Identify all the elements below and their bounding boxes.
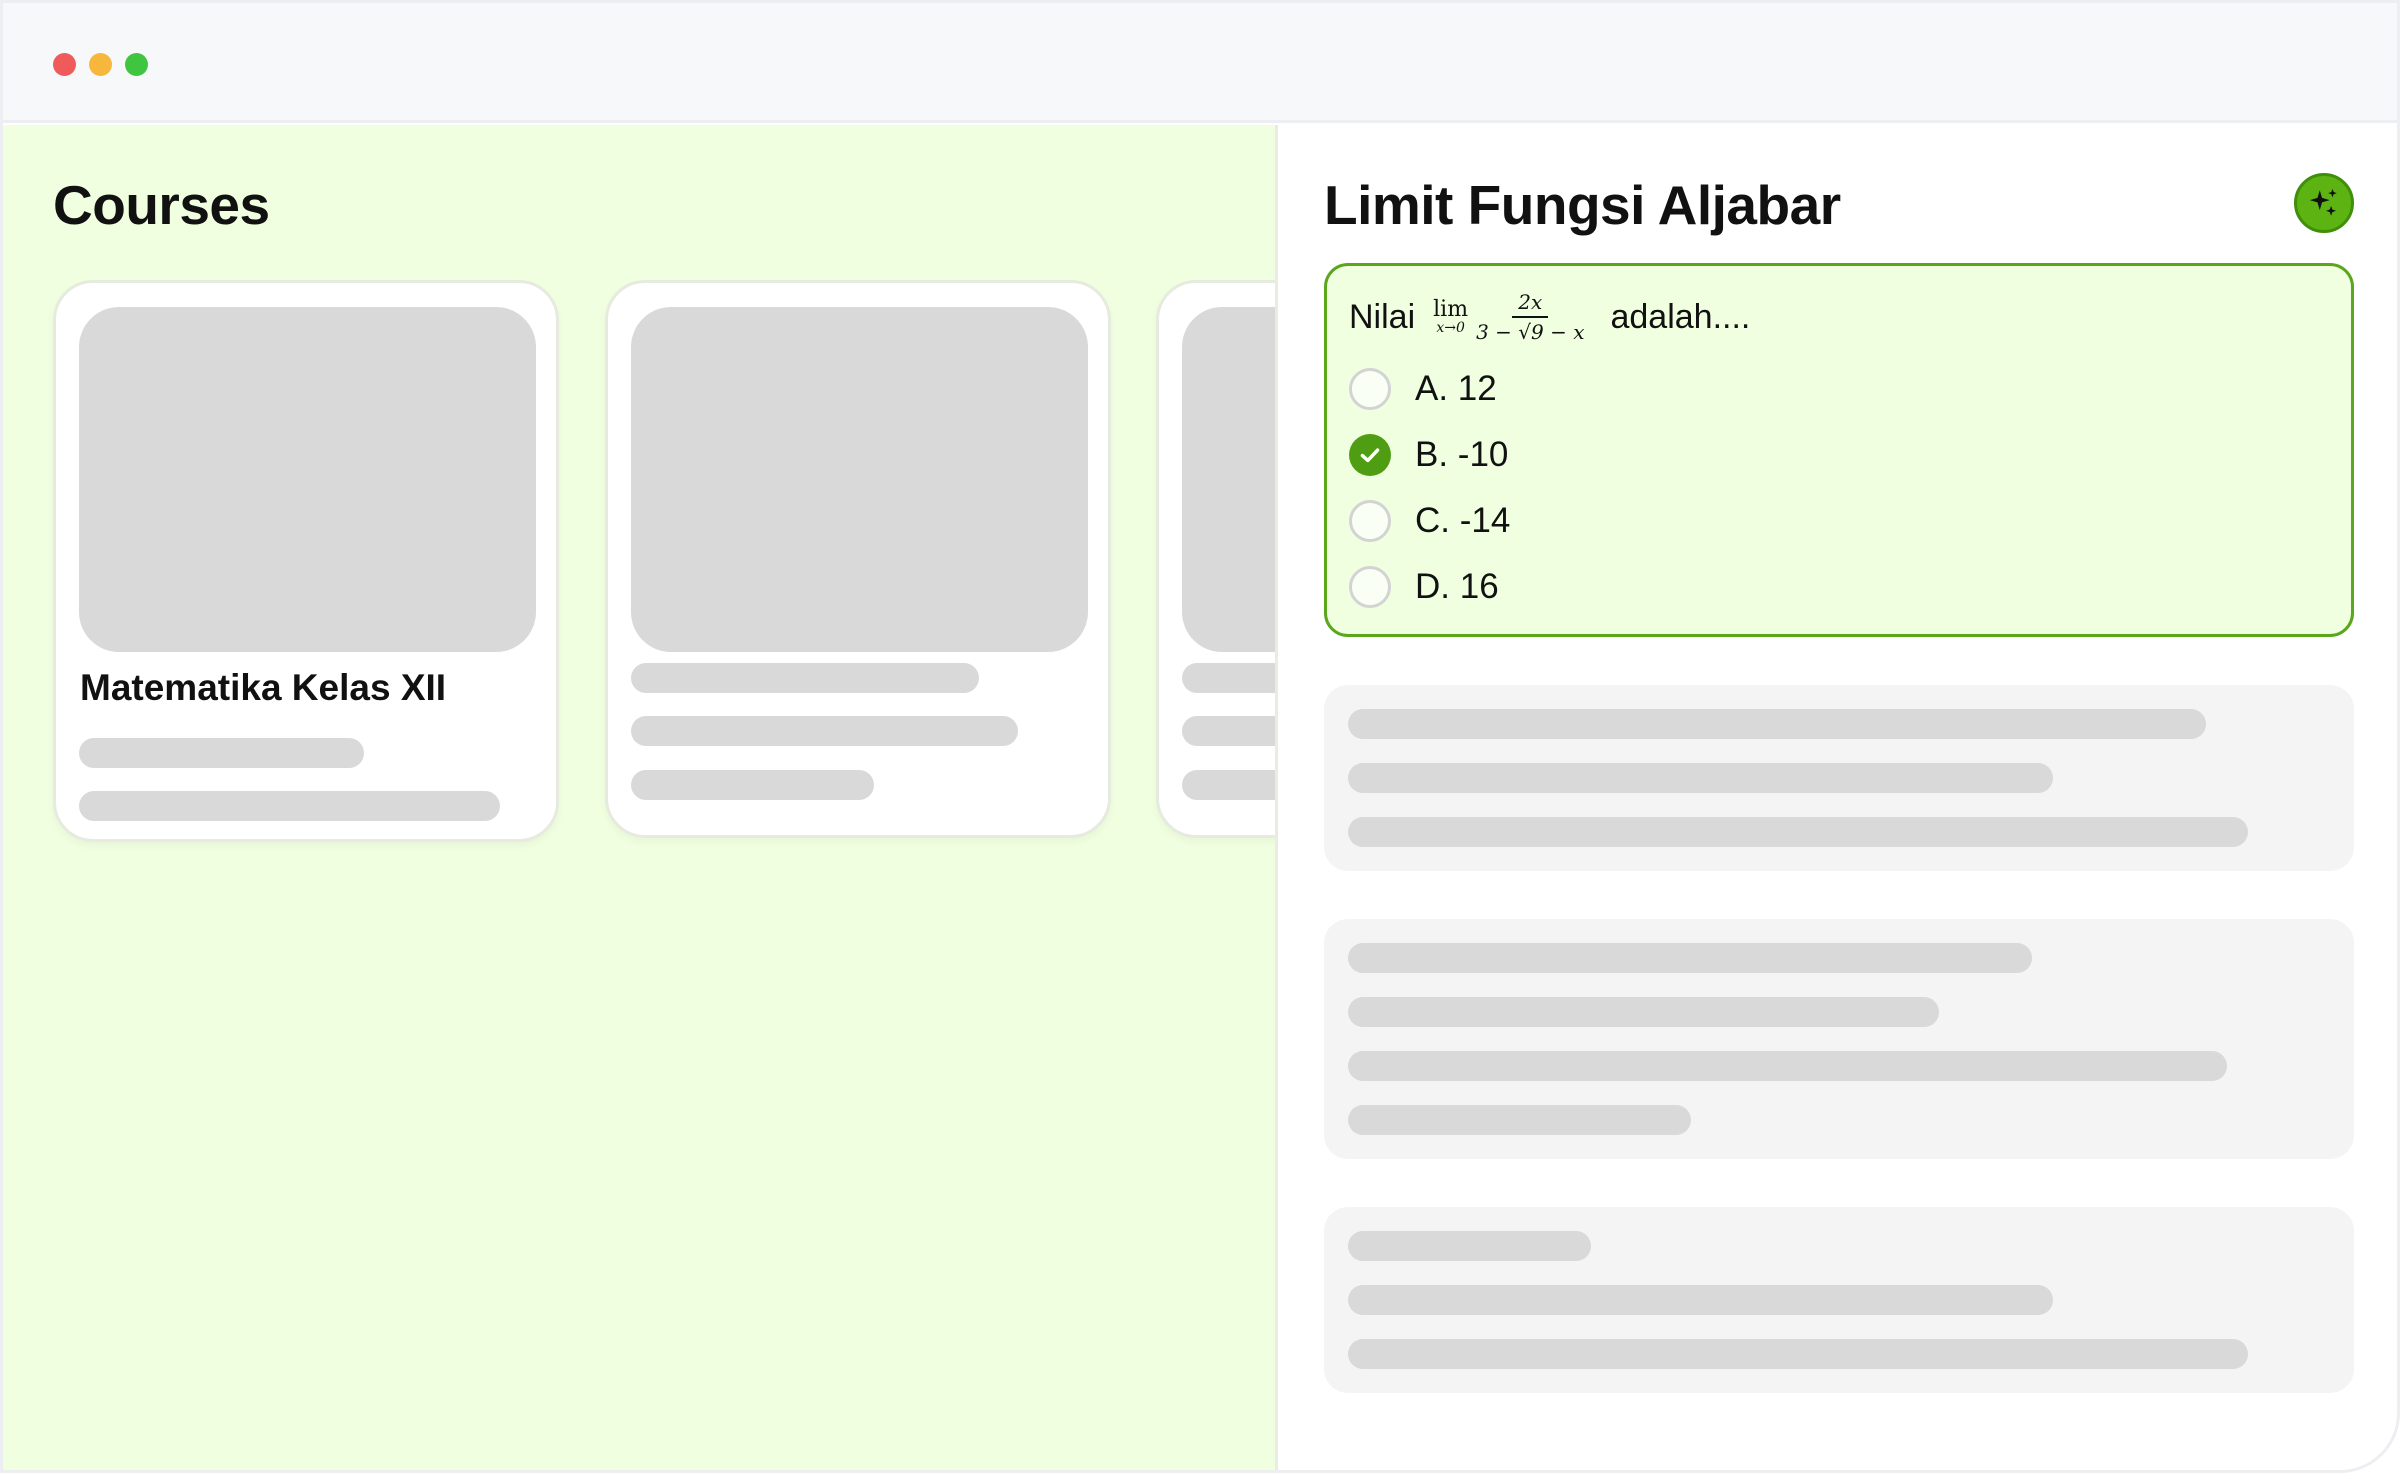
courses-pane: Courses Matematika Kelas XII	[3, 125, 1275, 1470]
skeleton-line	[1348, 1231, 1591, 1261]
skeleton-line	[1348, 763, 2053, 793]
minimize-window-button[interactable]	[89, 53, 112, 76]
answer-option-d[interactable]: D. 16	[1349, 565, 1499, 609]
lim-subscript: x→0	[1436, 320, 1465, 336]
title-bar	[3, 3, 2397, 123]
radio-unchecked-icon[interactable]	[1349, 566, 1391, 608]
app-window: Courses Matematika Kelas XII Limit Fungs…	[0, 0, 2400, 1473]
course-card[interactable]: Matematika Kelas XII	[53, 280, 559, 842]
fraction-denominator: 3 − √9 − x	[1476, 320, 1585, 344]
maximize-window-button[interactable]	[125, 53, 148, 76]
skeleton-line	[1348, 1105, 1691, 1135]
skeleton-question-card	[1324, 919, 2354, 1159]
answer-option-a[interactable]: A. 12	[1349, 367, 1497, 411]
course-thumbnail-placeholder	[79, 307, 536, 652]
answer-option-b[interactable]: B. -10	[1349, 433, 1508, 477]
skeleton-line	[1348, 943, 2032, 973]
course-name: Matematika Kelas XII	[80, 667, 447, 708]
courses-heading: Courses	[53, 174, 270, 236]
option-label: D. 16	[1415, 567, 1499, 606]
skeleton-question-card	[1324, 685, 2354, 871]
skeleton-line	[631, 770, 874, 800]
course-thumbnail-placeholder	[631, 307, 1088, 652]
question-suffix: adalah....	[1610, 297, 1751, 336]
skeleton-line	[1348, 1051, 2227, 1081]
course-thumbnail-placeholder	[1182, 307, 1275, 652]
radio-unchecked-icon[interactable]	[1349, 500, 1391, 542]
skeleton-line	[1182, 663, 1275, 693]
skeleton-question-card	[1324, 1207, 2354, 1393]
answer-option-c[interactable]: C. -14	[1349, 499, 1510, 543]
question-text: Nilai lim x→0 2x 3 − √9 − x adalah....	[1349, 278, 1750, 356]
skeleton-line	[79, 738, 364, 768]
lesson-pane: Limit Fungsi Aljabar Nilai lim x→0 2x 3 …	[1275, 125, 2397, 1470]
fraction-numerator: 2x	[1512, 291, 1549, 318]
skeleton-line	[631, 663, 979, 693]
ai-assist-button[interactable]	[2294, 173, 2354, 233]
close-window-button[interactable]	[53, 53, 76, 76]
lesson-title: Limit Fungsi Aljabar	[1324, 174, 1841, 236]
option-label: B. -10	[1415, 435, 1509, 474]
skeleton-line	[631, 716, 1018, 746]
skeleton-line	[1182, 770, 1275, 800]
skeleton-line	[1182, 716, 1275, 746]
radio-unchecked-icon[interactable]	[1349, 368, 1391, 410]
option-label: C. -14	[1415, 501, 1511, 540]
quiz-question-card: Nilai lim x→0 2x 3 − √9 − x adalah.... A…	[1324, 263, 2354, 637]
option-label: A. 12	[1415, 369, 1497, 408]
sparkles-icon	[2309, 188, 2337, 216]
skeleton-line	[1348, 817, 2248, 847]
skeleton-line	[1348, 1285, 2053, 1315]
skeleton-line	[1348, 709, 2206, 739]
course-card[interactable]	[605, 280, 1111, 838]
lim-operator: lim	[1433, 297, 1469, 322]
course-card[interactable]	[1156, 280, 1275, 838]
skeleton-line	[1348, 997, 1939, 1027]
question-prefix: Nilai	[1349, 297, 1416, 336]
skeleton-line	[79, 791, 500, 821]
skeleton-line	[1348, 1339, 2248, 1369]
limit-expression: lim x→0 2x 3 − √9 − x	[1433, 291, 1584, 343]
checkmark-circle-icon[interactable]	[1349, 434, 1391, 476]
